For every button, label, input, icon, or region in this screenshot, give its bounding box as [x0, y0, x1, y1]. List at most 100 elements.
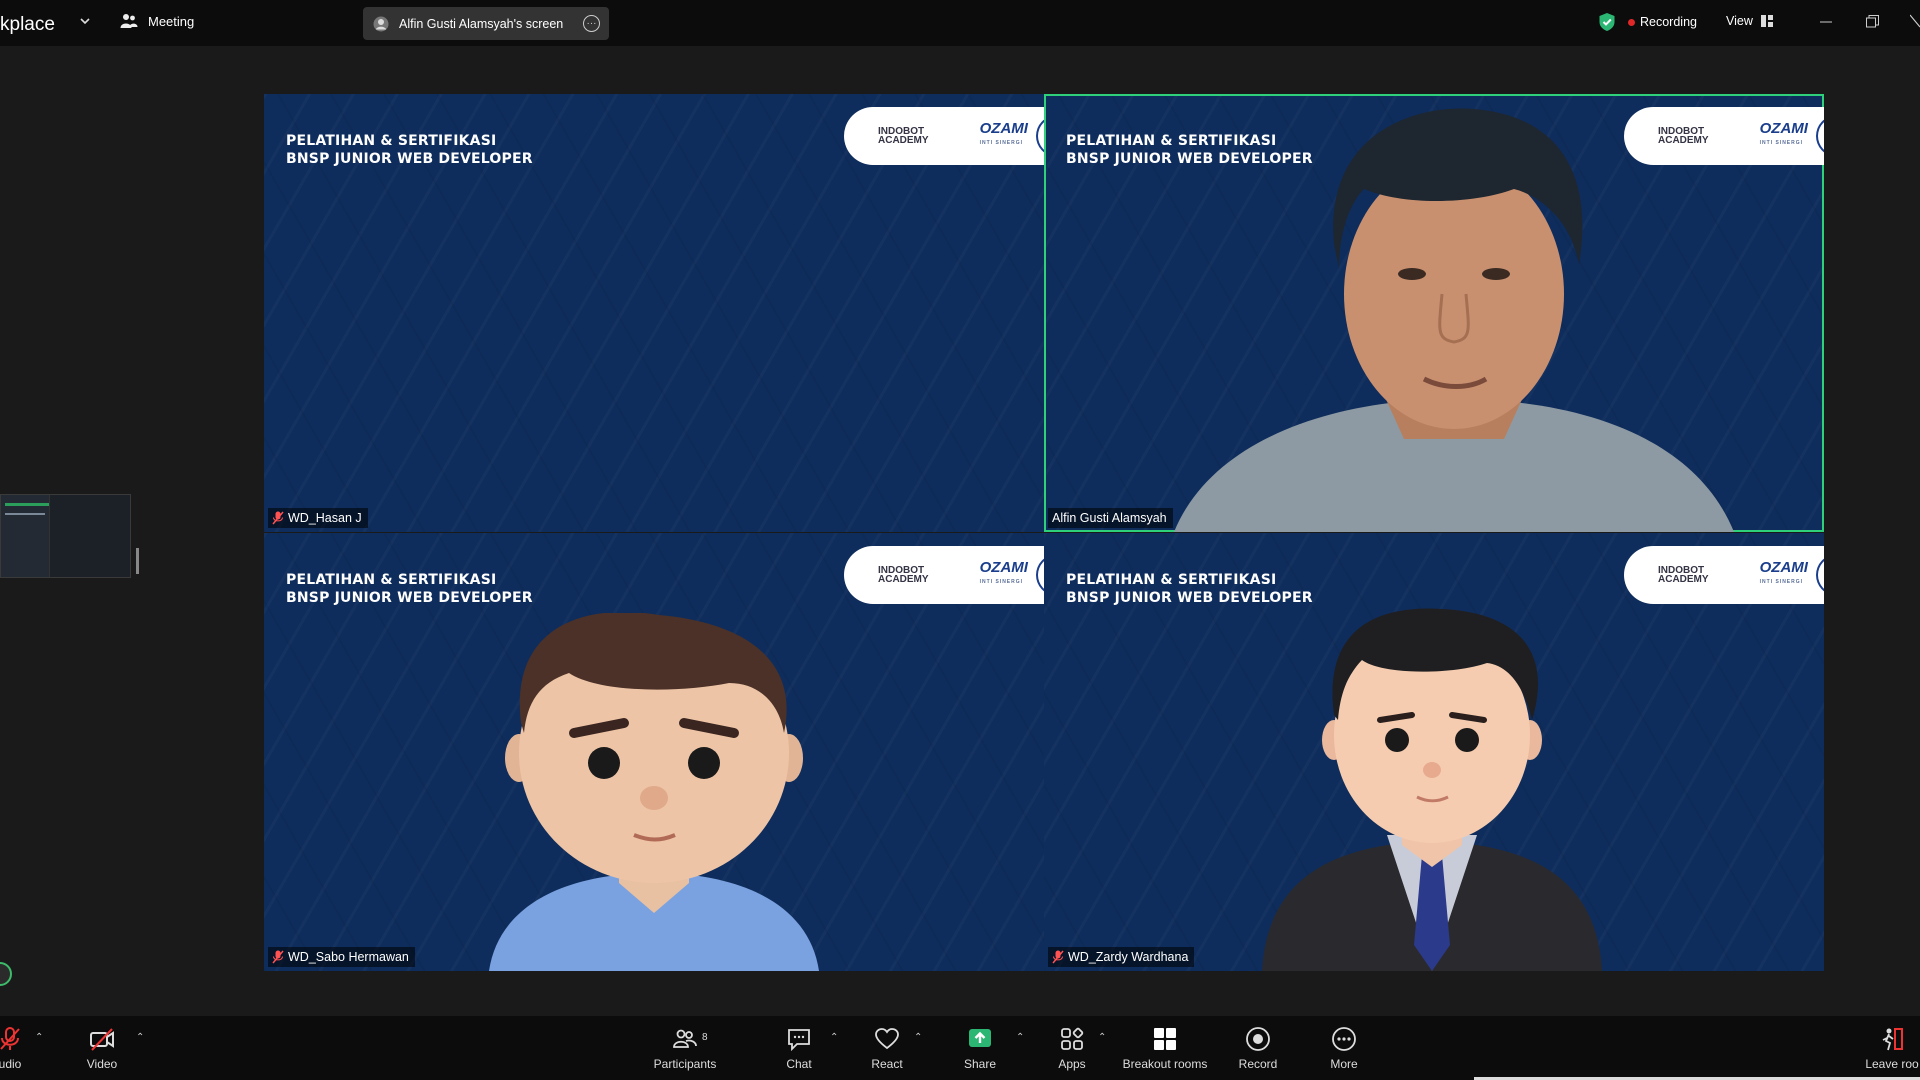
- video-tile-zardy[interactable]: PELATIHAN & SERTIFIKASI BNSP JUNIOR WEB D…: [1044, 533, 1824, 971]
- meeting-label: Meeting: [148, 13, 195, 29]
- meeting-toolbar: udio ⌃ Video ⌃ Participants 8 Chat ⌃ Rea…: [0, 1016, 1920, 1080]
- chat-options-caret-icon[interactable]: ⌃: [830, 1032, 838, 1043]
- avatar-character: [489, 613, 819, 971]
- chevron-down-icon[interactable]: [78, 14, 92, 28]
- record-label: Record: [1238, 1057, 1278, 1071]
- indobot-logo: INDOBOT ACADEMY: [878, 126, 929, 146]
- ozami-logo-text: OZAMI: [1759, 559, 1808, 576]
- video-button[interactable]: Video: [57, 1026, 147, 1071]
- react-label: React: [871, 1057, 903, 1071]
- participant-name-label: Alfin Gusti Alamsyah: [1048, 508, 1173, 528]
- view-button[interactable]: View: [1726, 14, 1773, 28]
- slide-title-line: BNSP JUNIOR WEB DEVELOPER: [286, 151, 533, 167]
- slide-title-line: PELATIHAN & SERTIFIKASI: [286, 133, 497, 149]
- video-off-icon: [90, 1028, 114, 1051]
- share-button[interactable]: Share: [935, 1026, 1025, 1071]
- screen-share-label: Alfin Gusti Alamsyah's screen: [399, 16, 564, 31]
- share-options-caret-icon[interactable]: ⌃: [1016, 1032, 1024, 1043]
- restore-icon[interactable]: [1866, 15, 1879, 28]
- breakout-rooms-label: Breakout rooms: [1122, 1057, 1208, 1071]
- slide-title: PELATIHAN & SERTIFIKASI BNSP JUNIOR WEB D…: [1066, 571, 1313, 607]
- app-title: kplace: [0, 14, 55, 35]
- chat-icon: [788, 1029, 810, 1052]
- presenter-avatar-icon: [373, 16, 389, 31]
- indobot-logo: INDOBOT ACADEMY: [1658, 565, 1709, 585]
- sponsor-logo: INDOBOT ACADEMY OZAMI INTI SINERGI ISO: [1624, 546, 1824, 604]
- minimize-icon[interactable]: [1820, 20, 1832, 24]
- more-button[interactable]: More: [1299, 1026, 1389, 1071]
- share-screen-icon: [969, 1029, 991, 1047]
- apps-icon: [1061, 1027, 1084, 1050]
- video-tile-alfin[interactable]: PELATIHAN & SERTIFIKASI BNSP JUNIOR WEB D…: [1044, 94, 1824, 532]
- video-tile-hasan[interactable]: PELATIHAN & SERTIFIKASI BNSP JUNIOR WEB D…: [264, 94, 1044, 532]
- shared-screen-thumbnail[interactable]: [0, 494, 131, 578]
- participants-count: 8: [702, 1032, 708, 1043]
- thumbnail-bar: [5, 503, 53, 506]
- recording-indicator: Recording: [1628, 15, 1697, 29]
- breakout-rooms-icon: [1154, 1028, 1176, 1050]
- participant-name: Alfin Gusti Alamsyah: [1052, 511, 1167, 525]
- ozami-logo-text: OZAMI: [979, 120, 1028, 137]
- ozami-logo: OZAMI INTI SINERGI: [979, 120, 1028, 150]
- panel-resize-handle[interactable]: [136, 548, 139, 574]
- leave-room-icon: [1882, 1028, 1903, 1051]
- audio-label: udio: [0, 1057, 22, 1071]
- participants-icon: [673, 1029, 697, 1048]
- ozami-logo: OZAMI INTI SINERGI: [979, 559, 1028, 589]
- apps-label: Apps: [1058, 1057, 1086, 1071]
- recording-dot-icon: [1628, 19, 1635, 26]
- meeting-people-icon: [120, 14, 138, 28]
- video-tile-sabo[interactable]: PELATIHAN & SERTIFIKASI BNSP JUNIOR WEB D…: [264, 533, 1044, 971]
- slide-title-line: BNSP JUNIOR WEB DEVELOPER: [286, 590, 533, 606]
- screen-share-indicator[interactable]: Alfin Gusti Alamsyah's screen ···: [363, 7, 609, 40]
- audio-options-caret-icon[interactable]: ⌃: [35, 1032, 43, 1043]
- participant-name-label: WD_Hasan J: [268, 508, 368, 528]
- close-icon[interactable]: [1910, 14, 1920, 28]
- participant-name-label: WD_Zardy Wardhana: [1048, 947, 1195, 967]
- meeting-info-button[interactable]: Meeting: [120, 13, 194, 29]
- breakout-rooms-button[interactable]: Breakout rooms: [1120, 1026, 1210, 1071]
- mic-muted-icon: [1052, 950, 1064, 964]
- mic-muted-icon: [272, 950, 284, 964]
- view-label: View: [1726, 14, 1753, 28]
- indobot-logo: INDOBOT ACADEMY: [1658, 126, 1709, 146]
- mic-muted-icon: [272, 511, 284, 525]
- ozami-logo-sub: INTI SINERGI: [979, 140, 1024, 146]
- avatar-character: [1262, 608, 1602, 971]
- side-indicator-icon[interactable]: [0, 962, 12, 986]
- leave-room-button[interactable]: Leave roo: [1847, 1026, 1920, 1071]
- slide-title-line: PELATIHAN & SERTIFIKASI: [286, 572, 497, 588]
- heart-icon: [875, 1028, 899, 1050]
- react-options-caret-icon[interactable]: ⌃: [914, 1032, 922, 1043]
- shield-check-icon: [1599, 13, 1615, 31]
- ozami-logo-sub: INTI SINERGI: [979, 579, 1024, 585]
- sponsor-logo: INDOBOT ACADEMY OZAMI INTI SINERGI ISO: [844, 546, 1044, 604]
- ozami-logo: OZAMI INTI SINERGI: [1759, 559, 1808, 589]
- record-icon: [1246, 1027, 1270, 1051]
- ozami-logo-text: OZAMI: [979, 559, 1028, 576]
- sponsor-logo: INDOBOT ACADEMY OZAMI INTI SINERGI ISO: [1624, 107, 1824, 165]
- ozami-logo-text: OZAMI: [1759, 120, 1808, 137]
- participant-name: WD_Sabo Hermawan: [288, 950, 409, 964]
- iso-seal-icon: ISO: [1035, 555, 1044, 595]
- apps-options-caret-icon[interactable]: ⌃: [1098, 1032, 1106, 1043]
- recording-label: Recording: [1640, 15, 1697, 29]
- record-button[interactable]: Record: [1213, 1026, 1303, 1071]
- leave-room-label: Leave roo: [1865, 1057, 1919, 1071]
- mic-muted-icon: [0, 1027, 20, 1050]
- thumbnail-pane: [49, 495, 130, 577]
- iso-seal-icon: ISO: [1815, 116, 1824, 156]
- participants-button[interactable]: Participants: [640, 1026, 730, 1071]
- sponsor-logo: INDOBOT ACADEMY OZAMI INTI SINERGI ISO: [844, 107, 1044, 165]
- top-bar: kplace Meeting Alfin Gusti Alamsyah's sc…: [0, 0, 1920, 46]
- audio-button[interactable]: udio: [0, 1026, 55, 1071]
- video-label: Video: [86, 1057, 118, 1071]
- more-options-icon[interactable]: ···: [583, 15, 600, 32]
- iso-seal-icon: ISO: [1815, 555, 1824, 595]
- chat-label: Chat: [786, 1057, 812, 1071]
- participant-name: WD_Zardy Wardhana: [1068, 950, 1189, 964]
- thumbnail-bar: [5, 513, 45, 515]
- ozami-logo-sub: INTI SINERGI: [1759, 579, 1804, 585]
- participants-label: Participants: [653, 1057, 717, 1071]
- video-options-caret-icon[interactable]: ⌃: [136, 1032, 144, 1043]
